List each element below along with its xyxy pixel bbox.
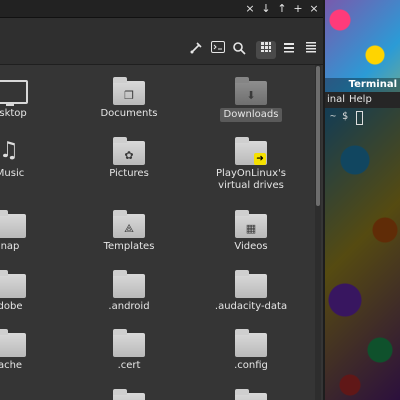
folder-icon [112,387,146,400]
file-item-audacity-data[interactable]: .audacity-data [201,268,301,313]
list-view-icon[interactable] [279,41,299,59]
documents-folder-icon: ❐ [112,75,146,105]
folder-icon [0,268,27,298]
terminal-prompt: ~ $ [330,111,349,122]
file-item-downloads[interactable]: ⬇ Downloads [201,75,301,122]
close-icon[interactable]: × [245,1,255,16]
file-item-label: Templates [103,241,155,252]
terminal-titlebar[interactable]: Terminal [325,78,400,92]
monitor-icon [0,75,28,106]
terminal-window: Terminal inal Help ~ $ [325,78,400,400]
menu-terminal[interactable]: inal [327,92,345,108]
file-item-videos[interactable]: ▦ Videos [201,208,301,253]
file-manager-window: × ↓ ↑ + × sktop ❐ Documents ⬇ Downloads … [0,0,325,400]
compact-view-icon[interactable] [301,41,321,59]
grid-view-icon[interactable] [256,41,276,59]
file-manager-titlebar: × ↓ ↑ + × [0,0,323,18]
pictures-folder-icon: ✿ [112,135,146,165]
file-item-label: .android [108,301,150,312]
file-manager-toolbar [0,18,323,65]
file-item-documents[interactable]: ❐ Documents [79,75,179,120]
file-item-adobe[interactable]: dobe [0,268,60,313]
terminal-body[interactable]: ~ $ [325,108,400,400]
file-item-label: nap [0,241,20,252]
file-item-label: .cert [117,360,141,371]
music-icon: ♫ [0,138,19,163]
file-item-templates[interactable]: ⟁ Templates [79,208,179,253]
file-item-pictures[interactable]: ✿ Pictures [79,135,179,180]
terminal-cursor [356,111,363,125]
file-item-desktop[interactable]: esktop [0,75,60,120]
playonlinux-folder-icon: ➜ [234,135,268,165]
file-item-label: dobe [0,301,23,312]
folder-icon [112,327,146,357]
downloads-folder-icon: ⬇ [234,75,268,105]
file-item-label: Music [0,168,25,179]
close-window-icon[interactable]: × [309,1,319,16]
file-item-snap[interactable]: nap [0,208,60,253]
path-edit-icon[interactable] [186,41,206,59]
file-item-playonlinux[interactable]: ➜ PlayOnLinux's virtual drives [201,135,301,192]
file-item-partial[interactable] [201,387,301,400]
sticky-icon[interactable]: + [293,1,303,16]
file-item-label: Videos [234,241,268,252]
file-item-label: .audacity-data [214,301,288,312]
minimize-icon[interactable]: ↓ [261,1,271,16]
folder-icon [234,387,268,400]
file-item-label: Pictures [109,168,149,179]
file-item-label: PlayOnLinux's virtual drives [216,168,286,191]
videos-folder-icon: ▦ [234,208,268,238]
file-item-android[interactable]: .android [79,268,179,313]
file-item-config[interactable]: .config [201,327,301,372]
window-controls: × ↓ ↑ + × [245,1,319,16]
file-item-label: .config [234,360,268,371]
terminal-menubar: inal Help [325,92,400,108]
maximize-icon[interactable]: ↑ [277,1,287,16]
file-item-label: Downloads [219,108,283,122]
file-item-label: Documents [100,108,158,119]
file-item-cache[interactable]: ache [0,327,60,372]
folder-icon [234,327,268,357]
menu-help[interactable]: Help [349,92,372,108]
file-item-cert[interactable]: .cert [79,327,179,372]
file-item-partial[interactable] [79,387,179,400]
file-item-label: ache [0,360,23,371]
folder-icon [0,327,27,357]
scrollbar-thumb[interactable] [316,66,320,206]
templates-folder-icon: ⟁ [112,208,146,238]
file-item-label: esktop [0,108,27,119]
folder-icon [0,208,27,238]
folder-icon [112,268,146,298]
folder-icon [234,268,268,298]
file-grid: esktop ❐ Documents ⬇ Downloads ♫ Music ✿… [0,65,313,400]
file-item-music[interactable]: ♫ Music [0,135,60,180]
terminal-icon[interactable] [208,41,228,59]
search-icon[interactable] [229,41,249,59]
